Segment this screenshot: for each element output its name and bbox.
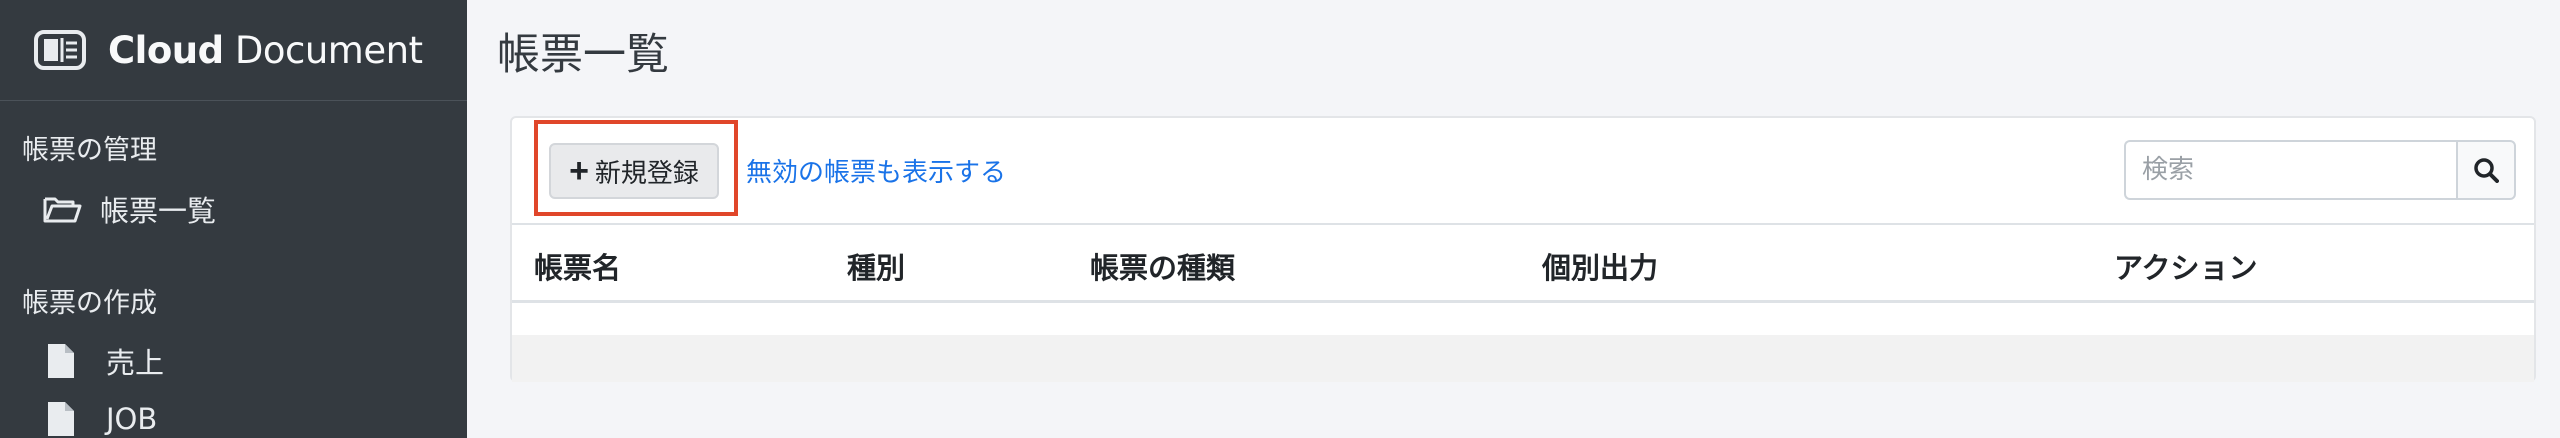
app-root: Cloud Document 帳票の管理 帳票一覧 帳票の作成 売上 JOB 帳… (0, 0, 2560, 438)
app-title-strong: Cloud (108, 28, 224, 72)
toolbar: + 新規登録 無効の帳票も表示する (512, 118, 2534, 223)
column-header-action: アクション (2114, 251, 2258, 285)
sidebar-item-label: 売上 (106, 346, 165, 380)
table-empty-row-striped (512, 335, 2534, 382)
main-content: 帳票一覧 + 新規登録 無効の帳票も表示する 検索 帳票名 種別 帳票の種類 個… (467, 0, 2560, 438)
sidebar-item-label: 帳票一覧 (100, 194, 217, 228)
column-header-document-name[interactable]: 帳票名 (534, 245, 621, 287)
plus-icon: + (569, 152, 589, 190)
file-icon (48, 402, 74, 436)
sidebar-item-document-list[interactable]: 帳票一覧 (42, 188, 216, 230)
sidebar-item-job[interactable]: JOB (42, 402, 157, 436)
file-icon (48, 344, 74, 378)
new-registration-label: 新規登録 (594, 157, 699, 188)
book-logo-icon (34, 30, 86, 70)
search-group (2124, 140, 2516, 200)
document-list-card: + 新規登録 無効の帳票も表示する 帳票名 (510, 116, 2536, 382)
column-header-document-kind[interactable]: 帳票の種類 (1090, 245, 1235, 287)
search-icon (2474, 158, 2499, 183)
sidebar-item-label: JOB (106, 402, 158, 436)
app-title: Cloud Document (108, 29, 423, 72)
app-title-rest: Document (223, 28, 423, 72)
column-header-type[interactable]: 種別 (847, 245, 905, 287)
sidebar-section-management: 帳票の管理 (22, 135, 157, 166)
sidebar: Cloud Document 帳票の管理 帳票一覧 帳票の作成 売上 JOB (0, 0, 467, 438)
brand[interactable]: Cloud Document (0, 0, 467, 101)
sidebar-item-sales[interactable]: 売上 (42, 340, 164, 382)
new-registration-button[interactable]: + 新規登録 (549, 143, 719, 199)
sidebar-section-create: 帳票の作成 (22, 288, 157, 319)
search-input[interactable] (2124, 140, 2456, 200)
show-invalid-documents-link[interactable]: 無効の帳票も表示する (746, 152, 1006, 189)
page-title: 帳票一覧 (497, 30, 669, 80)
table-header: 帳票名 種別 帳票の種類 個別出力 アクション (512, 223, 2534, 303)
folder-open-icon (43, 197, 82, 223)
column-header-individual-output[interactable]: 個別出力 (1542, 245, 1658, 287)
table-empty-row (512, 303, 2534, 335)
search-button[interactable] (2456, 140, 2516, 200)
document-table: 帳票名 種別 帳票の種類 個別出力 アクション (512, 223, 2534, 382)
